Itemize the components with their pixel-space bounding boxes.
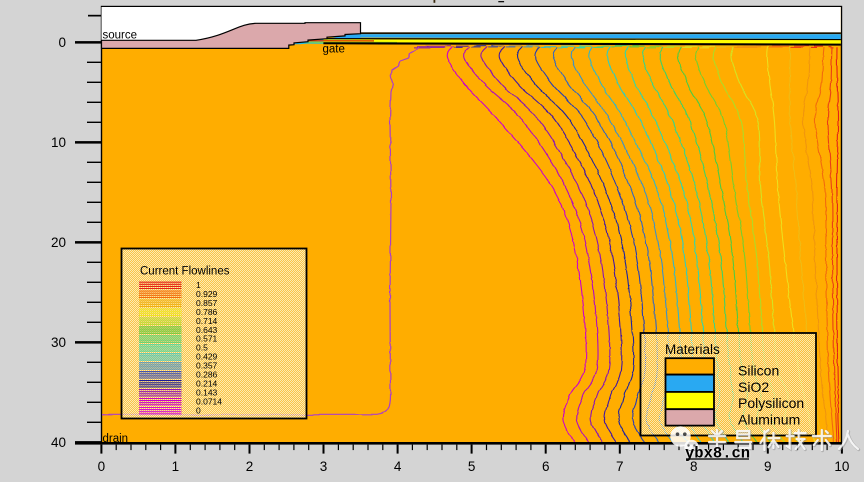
svg-text:5: 5 bbox=[468, 459, 476, 474]
svg-text:gate: gate bbox=[323, 44, 345, 56]
svg-text:9: 9 bbox=[764, 459, 772, 474]
svg-text:20: 20 bbox=[51, 235, 66, 250]
svg-text:6: 6 bbox=[542, 459, 550, 474]
svg-text:30: 30 bbox=[51, 335, 66, 350]
svg-text:Silicon: Silicon bbox=[738, 363, 779, 379]
svg-text:40: 40 bbox=[51, 435, 66, 450]
svg-text:ybx8.cn: ybx8.cn bbox=[685, 445, 750, 463]
svg-text:Aluminum: Aluminum bbox=[738, 412, 800, 428]
svg-text:2: 2 bbox=[246, 459, 254, 474]
svg-text:4: 4 bbox=[394, 459, 402, 474]
svg-text:10: 10 bbox=[834, 459, 849, 474]
svg-text:10: 10 bbox=[51, 135, 66, 150]
svg-text:Polysilicon: Polysilicon bbox=[738, 395, 804, 411]
svg-text:0: 0 bbox=[98, 459, 106, 474]
svg-text:1: 1 bbox=[172, 459, 180, 474]
svg-text:source: source bbox=[103, 30, 138, 42]
svg-text:3: 3 bbox=[320, 459, 328, 474]
svg-text:Materials: Materials bbox=[665, 342, 720, 357]
svg-text:0: 0 bbox=[196, 405, 201, 415]
svg-text:0: 0 bbox=[58, 35, 66, 50]
svg-text:SiO2: SiO2 bbox=[738, 379, 769, 395]
svg-text:Current Flowlines: Current Flowlines bbox=[140, 266, 230, 278]
svg-text:7: 7 bbox=[616, 459, 624, 474]
